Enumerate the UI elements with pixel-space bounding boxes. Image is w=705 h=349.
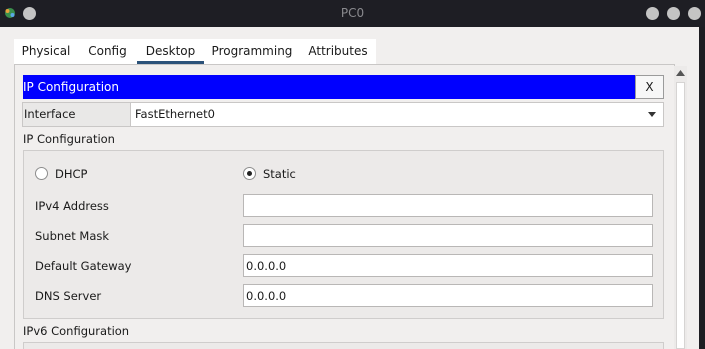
interface-select[interactable]: FastEthernet0 bbox=[130, 103, 663, 126]
tab-desktop[interactable]: Desktop bbox=[137, 39, 204, 64]
ipv4-address-input[interactable] bbox=[243, 194, 653, 217]
title-bar: PC0 bbox=[0, 0, 705, 27]
interface-select-value: FastEthernet0 bbox=[135, 107, 215, 121]
arrow-up-icon[interactable] bbox=[674, 66, 687, 80]
tab-physical[interactable]: Physical bbox=[14, 39, 78, 63]
dhcp-radio-label[interactable]: DHCP bbox=[55, 166, 87, 182]
ip-config-header: IP Configuration bbox=[23, 75, 635, 99]
ipv6-config-group bbox=[23, 342, 664, 349]
static-radio[interactable] bbox=[243, 167, 256, 180]
ipv6-section-label: IPv6 Configuration bbox=[23, 324, 130, 338]
window-right-edge bbox=[699, 27, 705, 349]
radio-selected-dot bbox=[247, 171, 252, 176]
window-title: PC0 bbox=[340, 6, 365, 20]
default-gateway-label: Default Gateway bbox=[35, 259, 132, 273]
minimize-icon[interactable] bbox=[646, 7, 659, 20]
close-window-icon[interactable] bbox=[688, 7, 701, 20]
tab-attributes[interactable]: Attributes bbox=[300, 39, 376, 63]
close-panel-button[interactable]: X bbox=[635, 75, 664, 99]
chevron-down-icon bbox=[648, 112, 656, 117]
dns-server-label: DNS Server bbox=[35, 289, 102, 303]
ipv4-section-label: IP Configuration bbox=[23, 132, 115, 146]
interface-row: Interface FastEthernet0 bbox=[22, 102, 664, 127]
ipv4-address-label: IPv4 Address bbox=[35, 199, 109, 213]
tab-bar: Physical Config Desktop Programming Attr… bbox=[14, 39, 376, 64]
scrollbar-thumb[interactable] bbox=[676, 82, 685, 349]
client-area: Physical Config Desktop Programming Attr… bbox=[0, 27, 699, 349]
dhcp-radio[interactable] bbox=[35, 167, 48, 180]
dns-server-input[interactable] bbox=[243, 284, 653, 307]
maximize-icon[interactable] bbox=[667, 7, 680, 20]
tab-config[interactable]: Config bbox=[78, 39, 137, 63]
tab-programming[interactable]: Programming bbox=[204, 39, 300, 63]
interface-label: Interface bbox=[24, 107, 76, 121]
default-gateway-input[interactable] bbox=[243, 254, 653, 277]
ip-config-header-title: IP Configuration bbox=[23, 80, 119, 94]
subnet-mask-input[interactable] bbox=[243, 224, 653, 247]
subnet-mask-label: Subnet Mask bbox=[35, 229, 110, 243]
static-radio-label[interactable]: Static bbox=[263, 166, 296, 182]
pc0-window: PC0 Physical Config Desktop Programming … bbox=[0, 0, 705, 349]
